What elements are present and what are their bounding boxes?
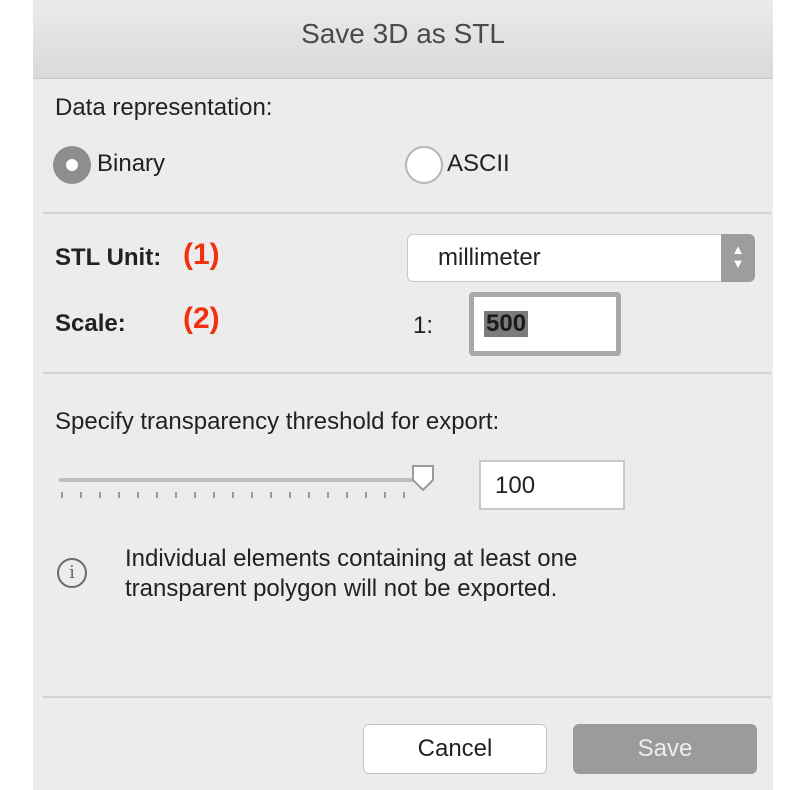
data-representation-label: Data representation: [55,94,273,121]
stl-unit-label: STL Unit: [55,244,162,271]
divider [43,212,771,214]
binary-radio[interactable] [53,146,91,184]
transparency-value: 100 [495,472,536,499]
divider [43,372,771,374]
scale-input[interactable]: 500 [469,292,621,356]
annotation-2: (2) [183,302,220,335]
divider [43,696,771,698]
stl-unit-value: millimeter [438,244,541,271]
info-message: Individual elements containing at least … [125,544,577,604]
transparency-input[interactable]: 100 [479,460,625,510]
save-button[interactable]: Save [573,724,757,774]
annotation-1: (1) [183,238,220,271]
scale-label: Scale: [55,310,126,337]
ascii-radio-label[interactable]: ASCII [447,150,510,178]
binary-radio-label[interactable]: Binary [97,150,165,178]
cancel-button[interactable]: Cancel [363,724,547,774]
transparency-slider-ticks [61,492,417,498]
scale-prefix: 1: [413,312,434,339]
info-message-line: Individual elements containing at least … [125,545,578,572]
transparency-label: Specify transparency threshold for expor… [55,408,500,435]
save-stl-dialog: Save 3D as STL Data representation: Bina… [33,0,773,790]
scale-value: 500 [484,310,529,337]
title-bar[interactable]: Save 3D as STL [33,0,773,79]
slider-knob-icon[interactable] [411,464,435,492]
ascii-radio[interactable] [405,146,443,184]
dialog-title: Save 3D as STL [301,18,505,49]
transparency-slider-track[interactable] [59,478,421,482]
info-circle-icon: i [57,558,87,588]
stl-unit-select[interactable]: millimeter ▲ ▼ [407,234,755,282]
chevron-updown-icon: ▲ ▼ [721,234,755,282]
info-message-line: transparent polygon will not be exported… [125,575,558,602]
